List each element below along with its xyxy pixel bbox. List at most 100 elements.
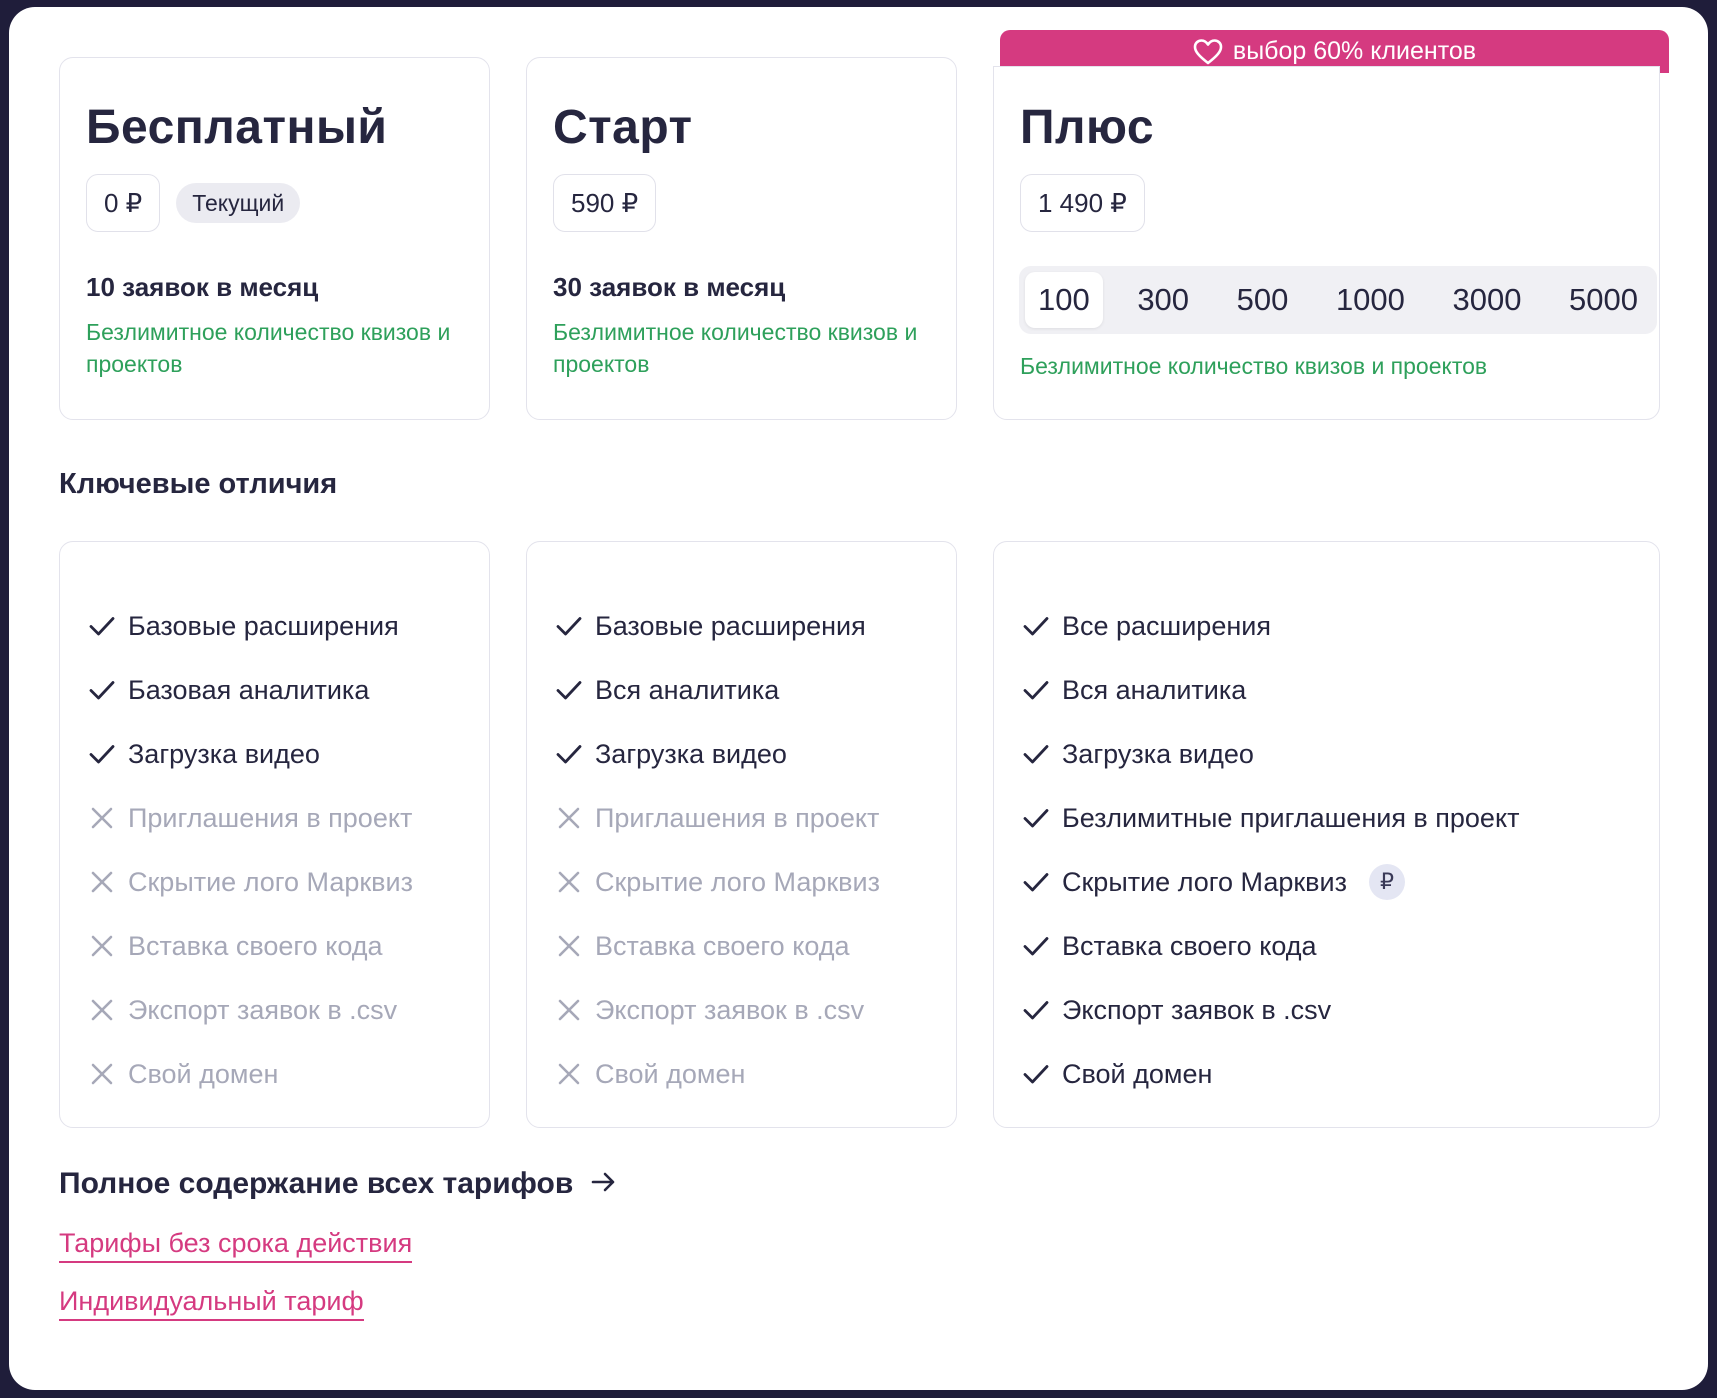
check-icon bbox=[1022, 740, 1050, 768]
feature-item: Загрузка видео bbox=[555, 722, 880, 786]
check-icon bbox=[1022, 804, 1050, 832]
cross-icon bbox=[88, 996, 116, 1024]
feature-item: Вся аналитика bbox=[555, 658, 880, 722]
feature-label: Скрытие лого Марквиз bbox=[595, 866, 880, 897]
feature-item: Скрытие лого Марквиз bbox=[555, 850, 880, 914]
plan-card-plus[interactable]: Плюс 1 490 ₽ 100 300 500 1000 3000 5000 … bbox=[993, 66, 1660, 420]
arrow-right-icon bbox=[591, 1167, 617, 1201]
individual-plan-link[interactable]: Индивидуальный тариф bbox=[59, 1286, 364, 1321]
price-pill: 1 490 ₽ bbox=[1020, 174, 1145, 232]
feature-list: Базовые расширения Базовая аналитика Загру… bbox=[88, 594, 413, 1106]
feature-item: Скрытие лого Марквиз ₽ bbox=[1022, 850, 1519, 914]
tier-option[interactable]: 300 bbox=[1124, 272, 1202, 328]
cross-icon bbox=[555, 932, 583, 960]
requests-per-month: 10 заявок в месяц bbox=[86, 272, 319, 302]
feature-item: Безлимитные приглашения в проект bbox=[1022, 786, 1519, 850]
cross-icon bbox=[88, 932, 116, 960]
ribbon-label: выбор 60% клиентов bbox=[1232, 37, 1477, 65]
feature-label: Все расширения bbox=[1062, 610, 1271, 641]
feature-label: Загрузка видео bbox=[128, 738, 320, 769]
feature-label: Загрузка видео bbox=[595, 738, 787, 769]
features-card-plus: Все расширения Вся аналитика Загрузка виде… bbox=[993, 541, 1660, 1128]
feature-label: Скрытие лого Марквиз bbox=[1062, 866, 1347, 897]
feature-label: Базовая аналитика bbox=[128, 674, 370, 705]
feature-label: Вся аналитика bbox=[1062, 674, 1247, 705]
check-icon bbox=[555, 676, 583, 704]
check-icon bbox=[88, 612, 116, 640]
check-icon bbox=[88, 676, 116, 704]
cross-icon bbox=[555, 804, 583, 832]
feature-item: Вставка своего кода bbox=[88, 914, 413, 978]
unlimited-note: Безлимитное количество квизов и проектов bbox=[553, 319, 918, 377]
feature-item: Вставка своего кода bbox=[555, 914, 880, 978]
feature-label: Приглашения в проект bbox=[595, 802, 880, 833]
feature-label: Базовые расширения bbox=[128, 610, 399, 641]
price-pill: 0 ₽ bbox=[86, 174, 161, 232]
tier-option-selected[interactable]: 100 bbox=[1025, 272, 1103, 328]
features-card-free: Базовые расширения Базовая аналитика Загру… bbox=[59, 541, 490, 1128]
check-icon bbox=[555, 740, 583, 768]
current-badge: Текущий bbox=[176, 183, 301, 223]
plan-title: Плюс bbox=[1020, 101, 1155, 154]
price-row: 590 ₽ bbox=[553, 174, 657, 232]
unlimited-note: Безлимитное количество квизов и проектов bbox=[86, 319, 451, 377]
feature-label: Вставка своего кода bbox=[128, 930, 383, 961]
price-pill: 590 ₽ bbox=[553, 174, 657, 232]
cross-icon bbox=[88, 804, 116, 832]
feature-list: Все расширения Вся аналитика Загрузка виде… bbox=[1022, 594, 1519, 1106]
feature-label: Свой домен bbox=[595, 1058, 746, 1089]
feature-item: Базовая аналитика bbox=[88, 658, 413, 722]
feature-label: Экспорт заявок в .csv bbox=[1062, 994, 1332, 1025]
cross-icon bbox=[555, 996, 583, 1024]
feature-list: Базовые расширения Вся аналитика Загрузка … bbox=[555, 594, 880, 1106]
feature-item: Свой домен bbox=[1022, 1042, 1519, 1106]
tier-option[interactable]: 1000 bbox=[1323, 272, 1418, 328]
feature-item: Экспорт заявок в .csv bbox=[1022, 978, 1519, 1042]
feature-item: Скрытие лого Марквиз bbox=[88, 850, 413, 914]
feature-item: Загрузка видео bbox=[1022, 722, 1519, 786]
requests-per-month: 30 заявок в месяц bbox=[553, 272, 786, 302]
feature-label: Безлимитные приглашения в проект bbox=[1062, 802, 1520, 833]
price-row: 0 ₽ Текущий bbox=[86, 174, 301, 232]
feature-label: Загрузка видео bbox=[1062, 738, 1254, 769]
tier-option[interactable]: 500 bbox=[1224, 272, 1302, 328]
feature-label: Свой домен bbox=[1062, 1058, 1213, 1089]
section-title: Ключевые отличия bbox=[59, 468, 338, 500]
feature-label: Базовые расширения bbox=[595, 610, 866, 641]
tier-option[interactable]: 5000 bbox=[1556, 272, 1651, 328]
full-content-label: Полное содержание всех тарифов bbox=[59, 1167, 574, 1200]
tier-option[interactable]: 3000 bbox=[1439, 272, 1534, 328]
plan-title: Бесплатный bbox=[86, 101, 388, 154]
features-card-start: Базовые расширения Вся аналитика Загрузка … bbox=[526, 541, 957, 1128]
feature-item: Свой домен bbox=[555, 1042, 880, 1106]
feature-item: Экспорт заявок в .csv bbox=[555, 978, 880, 1042]
heart-icon bbox=[1193, 38, 1223, 66]
check-icon bbox=[1022, 676, 1050, 704]
feature-item: Все расширения bbox=[1022, 594, 1519, 658]
check-icon bbox=[88, 740, 116, 768]
check-icon bbox=[1022, 996, 1050, 1024]
check-icon bbox=[1022, 932, 1050, 960]
feature-item: Свой домен bbox=[88, 1042, 413, 1106]
feature-label: Экспорт заявок в .csv bbox=[595, 994, 865, 1025]
feature-label: Экспорт заявок в .csv bbox=[128, 994, 398, 1025]
cross-icon bbox=[555, 868, 583, 896]
paid-addon-badge[interactable]: ₽ bbox=[1369, 864, 1405, 900]
feature-label: Свой домен bbox=[128, 1058, 279, 1089]
feature-label: Вся аналитика bbox=[595, 674, 780, 705]
pricing-panel: Бесплатный 0 ₽ Текущий 10 заявок в месяц… bbox=[9, 7, 1708, 1390]
check-icon bbox=[1022, 612, 1050, 640]
feature-label: Вставка своего кода bbox=[1062, 930, 1317, 961]
no-expiry-plans-link[interactable]: Тарифы без срока действия bbox=[59, 1228, 413, 1263]
feature-item: Загрузка видео bbox=[88, 722, 413, 786]
full-content-link[interactable]: Полное содержание всех тарифов bbox=[59, 1167, 617, 1201]
plan-card-start[interactable]: Старт 590 ₽ 30 заявок в месяц Безлимитно… bbox=[526, 57, 957, 420]
feature-item: Экспорт заявок в .csv bbox=[88, 978, 413, 1042]
feature-item: Базовые расширения bbox=[555, 594, 880, 658]
feature-item: Приглашения в проект bbox=[88, 786, 413, 850]
requests-tier-selector: 100 300 500 1000 3000 5000 bbox=[1019, 266, 1657, 334]
check-icon bbox=[1022, 1060, 1050, 1088]
plan-card-free[interactable]: Бесплатный 0 ₽ Текущий 10 заявок в месяц… bbox=[59, 57, 490, 420]
cross-icon bbox=[88, 868, 116, 896]
check-icon bbox=[1022, 868, 1050, 896]
